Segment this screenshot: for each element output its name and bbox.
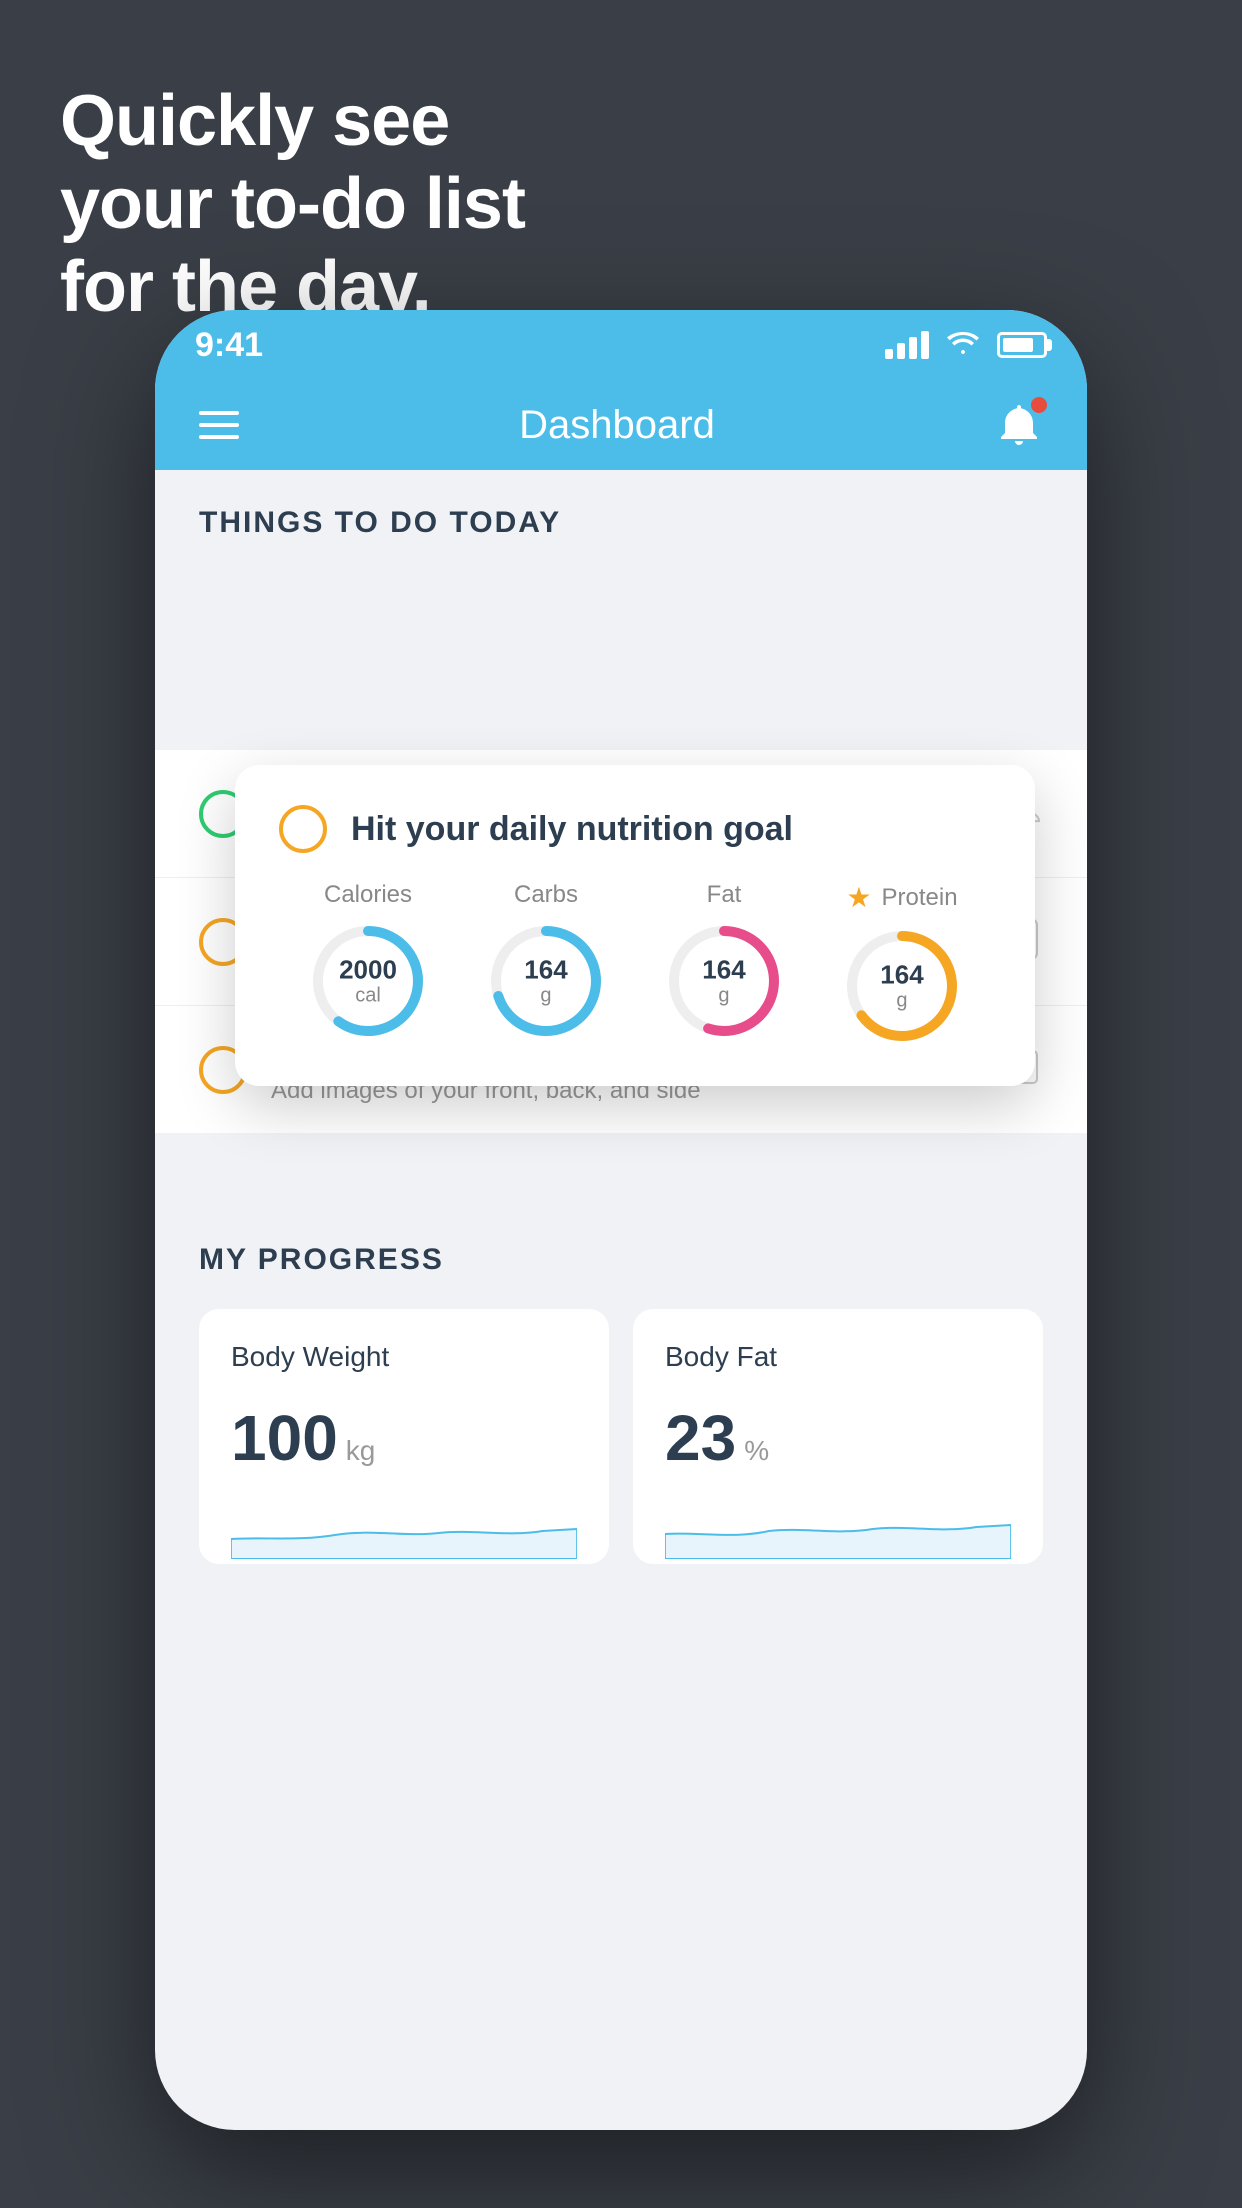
star-icon: ★ bbox=[846, 881, 871, 914]
nav-bar: Dashboard bbox=[155, 380, 1087, 470]
body-weight-card-title: Body Weight bbox=[231, 1341, 577, 1373]
carbs-item: Carbs 164 g bbox=[486, 881, 606, 1041]
wifi-icon bbox=[945, 328, 981, 363]
protein-ring: 164 g bbox=[842, 926, 962, 1046]
body-fat-card-title: Body Fat bbox=[665, 1341, 1011, 1373]
body-fat-value-row: 23 % bbox=[665, 1401, 1011, 1475]
calories-value: 2000 bbox=[339, 956, 397, 985]
calories-ring: 2000 cal bbox=[308, 921, 428, 1041]
progress-section: MY PROGRESS Body Weight 100 kg bbox=[155, 1193, 1087, 1604]
carbs-ring: 164 g bbox=[486, 921, 606, 1041]
body-fat-unit: % bbox=[744, 1435, 769, 1467]
nutrition-card: Hit your daily nutrition goal Calories 2… bbox=[235, 765, 1035, 1086]
menu-button[interactable] bbox=[199, 411, 239, 439]
section-today-title: THINGS TO DO TODAY bbox=[155, 470, 1087, 560]
fat-unit: g bbox=[702, 984, 745, 1006]
progress-title: MY PROGRESS bbox=[199, 1243, 1043, 1277]
fat-item: Fat 164 g bbox=[664, 881, 784, 1041]
notification-dot bbox=[1031, 397, 1047, 413]
status-icons bbox=[885, 328, 1047, 363]
calories-item: Calories 2000 cal bbox=[308, 881, 428, 1041]
progress-cards: Body Weight 100 kg Body Fat 23 bbox=[199, 1309, 1043, 1564]
body-fat-chart bbox=[665, 1499, 1011, 1559]
body-weight-number: 100 bbox=[231, 1401, 338, 1475]
phone-frame: 9:41 Dashboard bbox=[155, 310, 1087, 2130]
carbs-unit: g bbox=[524, 984, 567, 1006]
notification-bell-icon[interactable] bbox=[995, 401, 1043, 449]
fat-value: 164 bbox=[702, 956, 745, 985]
protein-item: ★ Protein 164 g bbox=[842, 881, 962, 1046]
calories-unit: cal bbox=[339, 984, 397, 1006]
battery-icon bbox=[997, 332, 1047, 358]
protein-unit: g bbox=[880, 989, 923, 1011]
body-fat-card[interactable]: Body Fat 23 % bbox=[633, 1309, 1043, 1564]
body-weight-card[interactable]: Body Weight 100 kg bbox=[199, 1309, 609, 1564]
nutrition-row: Calories 2000 cal Carbs bbox=[279, 881, 991, 1046]
protein-label: Protein bbox=[882, 884, 958, 912]
carbs-value: 164 bbox=[524, 956, 567, 985]
body-weight-unit: kg bbox=[346, 1435, 376, 1467]
body-fat-number: 23 bbox=[665, 1401, 736, 1475]
fat-ring: 164 g bbox=[664, 921, 784, 1041]
protein-value: 164 bbox=[880, 961, 923, 990]
nutrition-goal-label: Hit your daily nutrition goal bbox=[351, 810, 793, 849]
hero-text: Quickly see your to-do list for the day. bbox=[60, 80, 525, 328]
body-weight-chart bbox=[231, 1499, 577, 1559]
body-weight-value-row: 100 kg bbox=[231, 1401, 577, 1475]
nutrition-check-circle[interactable] bbox=[279, 805, 327, 853]
calories-label: Calories bbox=[324, 881, 412, 909]
nav-title: Dashboard bbox=[519, 403, 715, 448]
carbs-label: Carbs bbox=[514, 881, 578, 909]
status-bar: 9:41 bbox=[155, 310, 1087, 380]
status-time: 9:41 bbox=[195, 326, 263, 365]
signal-bars-icon bbox=[885, 331, 929, 359]
fat-label: Fat bbox=[707, 881, 742, 909]
